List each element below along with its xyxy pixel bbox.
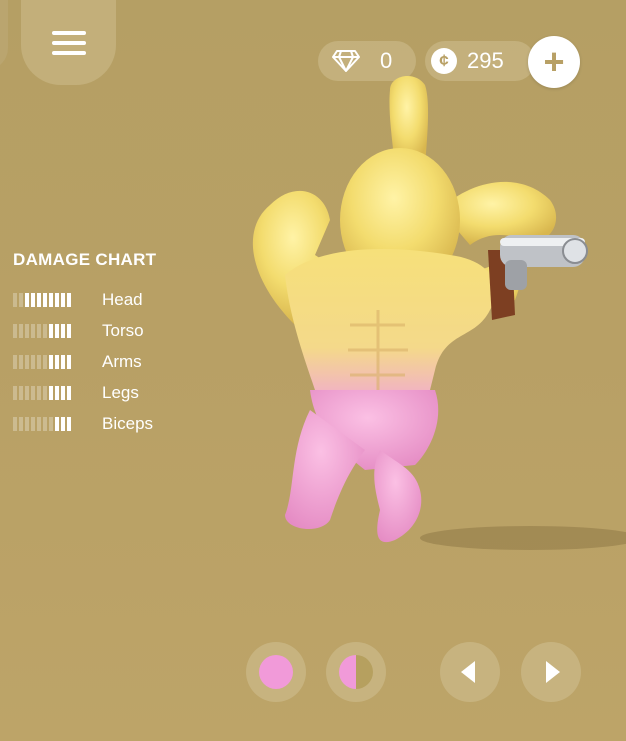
damage-meter xyxy=(13,323,89,338)
damage-meter xyxy=(13,385,89,400)
damage-chart: DAMAGE CHART Head Torso Arms Legs Biceps xyxy=(13,250,156,439)
side-tab[interactable] xyxy=(0,0,8,70)
damage-row: Biceps xyxy=(13,408,156,439)
character-model xyxy=(252,75,626,550)
damage-row-label: Legs xyxy=(102,382,139,402)
damage-row-label: Arms xyxy=(102,351,142,371)
game-scene: 0 ¢ 295 + DAMAGE CHART Head Torso Arms Legs… xyxy=(0,0,626,741)
split-color-swatch[interactable] xyxy=(326,642,386,702)
hamburger-icon xyxy=(51,30,86,55)
arrow-right-icon xyxy=(546,661,560,683)
split-color-dot xyxy=(339,655,373,689)
pink-color-swatch[interactable] xyxy=(246,642,306,702)
damage-row: Legs xyxy=(13,377,156,408)
previous-button[interactable] xyxy=(440,642,500,702)
damage-meter xyxy=(13,354,89,369)
damage-meter xyxy=(13,292,89,307)
next-button[interactable] xyxy=(521,642,581,702)
arrow-left-icon xyxy=(461,661,475,683)
damage-row: Head xyxy=(13,284,156,315)
damage-chart-title: DAMAGE CHART xyxy=(13,250,157,269)
damage-row: Arms xyxy=(13,346,156,377)
damage-row-label: Biceps xyxy=(102,413,154,433)
damage-row: Torso xyxy=(13,315,156,346)
damage-row-label: Torso xyxy=(102,320,144,340)
diamond-icon xyxy=(332,50,360,72)
menu-button[interactable] xyxy=(21,0,116,85)
damage-row-label: Head xyxy=(102,289,143,309)
damage-meter xyxy=(13,416,89,431)
pink-color-dot xyxy=(259,655,293,689)
